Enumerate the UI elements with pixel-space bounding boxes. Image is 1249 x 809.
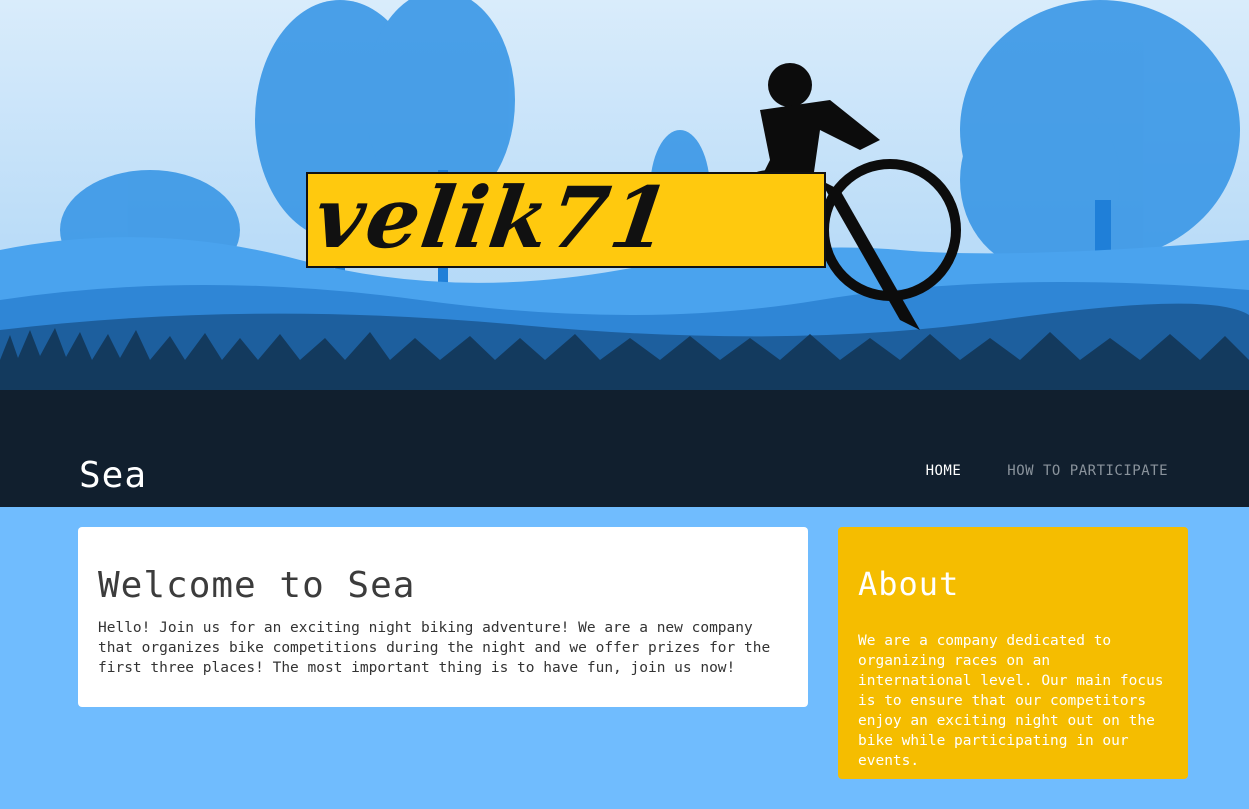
about-card: About We are a company dedicated to orga… bbox=[838, 527, 1188, 779]
welcome-text: Hello! Join us for an exciting night bik… bbox=[98, 620, 771, 676]
site-title[interactable]: Sea bbox=[79, 455, 147, 496]
hero-header: velik71 Sea HOME HOW TO PARTICIPATE bbox=[0, 0, 1249, 507]
nav-item-how-to-participate[interactable]: HOW TO PARTICIPATE bbox=[1007, 463, 1168, 479]
main-nav: HOME HOW TO PARTICIPATE bbox=[926, 463, 1168, 479]
about-text: We are a company dedicated to organizing… bbox=[858, 633, 1164, 769]
about-title: About bbox=[858, 565, 960, 603]
logo-text: velik71 bbox=[309, 168, 679, 267]
welcome-title: Welcome to Sea bbox=[98, 565, 416, 606]
nav-item-home[interactable]: HOME bbox=[926, 463, 962, 479]
welcome-card: Welcome to Sea Hello! Join us for an exc… bbox=[78, 527, 808, 707]
